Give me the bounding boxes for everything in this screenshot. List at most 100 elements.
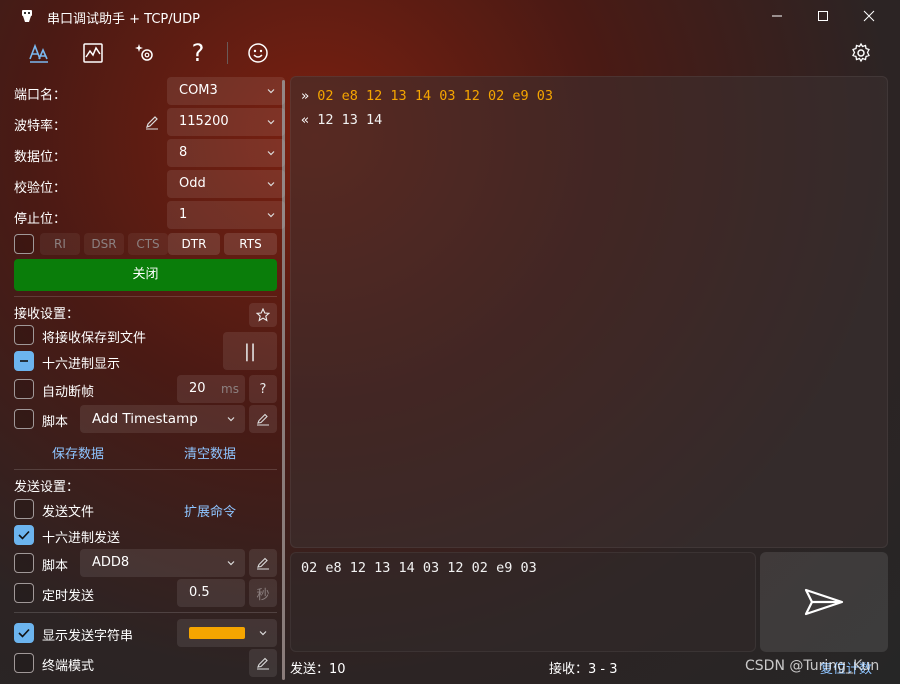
chart-button[interactable] xyxy=(78,38,108,68)
databits-select[interactable]: 8 xyxy=(167,139,285,167)
baud-value: 115200 xyxy=(179,114,229,129)
send-script-select[interactable]: ADD8 xyxy=(80,549,245,577)
settings-panel: 端口名： COM3 波特率： 115200 数据位： 8 校验位： Odd 停止… xyxy=(8,74,285,684)
save-data-link[interactable]: 保存数据 xyxy=(52,443,104,462)
timed-send-label: 定时发送 xyxy=(42,589,95,604)
send-script-value: ADD8 xyxy=(92,555,130,570)
frame-timeout-input[interactable]: 20 ms xyxy=(177,375,245,403)
rts-button[interactable]: RTS xyxy=(224,233,277,255)
signals-checkbox[interactable] xyxy=(14,234,34,254)
close-window-button[interactable] xyxy=(846,0,892,32)
timed-unit: 秒 xyxy=(249,579,277,607)
rx-data: 12 13 14 xyxy=(317,112,383,128)
gear-icon xyxy=(852,42,870,63)
hex-display-checkbox[interactable] xyxy=(14,351,34,371)
pause-icon: || xyxy=(243,340,257,362)
show-send-string-label: 显示发送字符串 xyxy=(42,629,134,644)
send-input-text: 02 e8 12 13 14 03 12 02 e9 03 xyxy=(301,560,537,576)
send-script-label: 脚本 xyxy=(42,559,69,574)
color-swatch xyxy=(189,627,245,639)
dtr-button[interactable]: DTR xyxy=(168,233,220,255)
font-icon xyxy=(29,43,48,63)
edit-receive-script-button[interactable] xyxy=(249,405,277,433)
auto-frame-label: 自动断帧 xyxy=(42,385,95,400)
timed-interval-value: 0.5 xyxy=(189,585,210,600)
chevron-down-icon xyxy=(259,631,267,636)
baud-label: 波特率： xyxy=(14,119,67,134)
parity-label: 校验位： xyxy=(14,181,67,196)
edit-baud-icon[interactable] xyxy=(144,114,160,130)
help-icon: ? xyxy=(259,381,267,397)
font-button[interactable] xyxy=(24,38,54,68)
tx-prefix: » xyxy=(301,88,310,104)
chevron-down-icon xyxy=(267,151,275,156)
save-to-file-checkbox[interactable] xyxy=(14,325,34,345)
parity-select[interactable]: Odd xyxy=(167,170,285,198)
show-send-string-checkbox[interactable] xyxy=(14,623,34,643)
edit-terminal-button[interactable] xyxy=(249,649,277,677)
signal-cts: CTS xyxy=(128,233,168,255)
receive-script-value: Add Timestamp xyxy=(92,411,198,427)
send-color-picker[interactable] xyxy=(177,619,277,647)
chart-icon xyxy=(83,43,103,63)
auto-frame-checkbox[interactable] xyxy=(14,379,34,399)
toolbar-separator xyxy=(227,42,228,64)
sent-count: 发送：10 xyxy=(290,662,346,677)
stopbits-select[interactable]: 1 xyxy=(167,201,285,229)
chevron-down-icon xyxy=(227,417,235,422)
help-button[interactable]: ? xyxy=(183,38,213,68)
divider xyxy=(14,612,277,613)
databits-label: 数据位： xyxy=(14,150,67,165)
smiley-icon xyxy=(248,43,268,63)
effects-button[interactable] xyxy=(130,38,160,68)
favorite-button[interactable] xyxy=(249,303,277,327)
baud-select[interactable]: 115200 xyxy=(167,108,285,136)
send-script-checkbox[interactable] xyxy=(14,553,34,573)
receive-log[interactable]: » 02 e8 12 13 14 03 12 02 e9 03 « 12 13 … xyxy=(290,76,888,548)
about-button[interactable] xyxy=(243,38,273,68)
chevron-down-icon xyxy=(267,120,275,125)
save-to-file-label: 将接收保存到文件 xyxy=(42,331,147,346)
close-port-button[interactable]: 关闭 xyxy=(14,259,277,291)
edit-send-script-button[interactable] xyxy=(249,549,277,577)
chevron-down-icon xyxy=(267,213,275,218)
maximize-button[interactable] xyxy=(800,0,846,32)
hex-display-label: 十六进制显示 xyxy=(42,357,121,372)
hex-send-label: 十六进制发送 xyxy=(42,531,121,546)
receive-script-select[interactable]: Add Timestamp xyxy=(80,405,245,433)
send-button[interactable] xyxy=(760,552,888,652)
ext-command-link[interactable]: 扩展命令 xyxy=(184,501,236,520)
star-icon xyxy=(256,308,270,322)
stopbits-label: 停止位： xyxy=(14,212,67,227)
send-section-label: 发送设置： xyxy=(14,480,80,495)
window-title: 串口调试助手 + TCP/UDP xyxy=(47,12,200,27)
divider xyxy=(14,469,277,470)
watermark: CSDN @Turing_Kun xyxy=(745,658,880,674)
minimize-button[interactable] xyxy=(754,0,800,32)
chevron-down-icon xyxy=(227,561,235,566)
close-icon xyxy=(863,10,875,22)
timed-unit-label: 秒 xyxy=(256,587,270,603)
maximize-icon xyxy=(818,11,828,21)
frame-help-button[interactable]: ? xyxy=(249,375,277,403)
port-select[interactable]: COM3 xyxy=(167,77,285,105)
clear-data-link[interactable]: 清空数据 xyxy=(184,443,236,462)
timed-send-checkbox[interactable] xyxy=(14,583,34,603)
send-input[interactable]: 02 e8 12 13 14 03 12 02 e9 03 xyxy=(290,552,756,652)
port-label: 端口名： xyxy=(14,88,67,103)
pause-button[interactable]: || xyxy=(223,332,277,370)
minimize-icon xyxy=(772,15,782,17)
terminal-mode-checkbox[interactable] xyxy=(14,653,34,673)
divider xyxy=(14,296,277,297)
checkmark-icon xyxy=(18,530,30,540)
title-bar: 串口调试助手 + TCP/UDP xyxy=(0,0,900,32)
timed-interval-input[interactable]: 0.5 xyxy=(177,579,245,607)
sparkle-gear-icon xyxy=(135,44,153,61)
hex-send-checkbox[interactable] xyxy=(14,525,34,545)
settings-button[interactable] xyxy=(846,38,876,68)
send-file-checkbox[interactable] xyxy=(14,499,34,519)
received-count: 接收：3 - 3 xyxy=(549,662,618,677)
receive-script-checkbox[interactable] xyxy=(14,409,34,429)
signal-ri: RI xyxy=(40,233,80,255)
edit-icon xyxy=(257,413,269,426)
